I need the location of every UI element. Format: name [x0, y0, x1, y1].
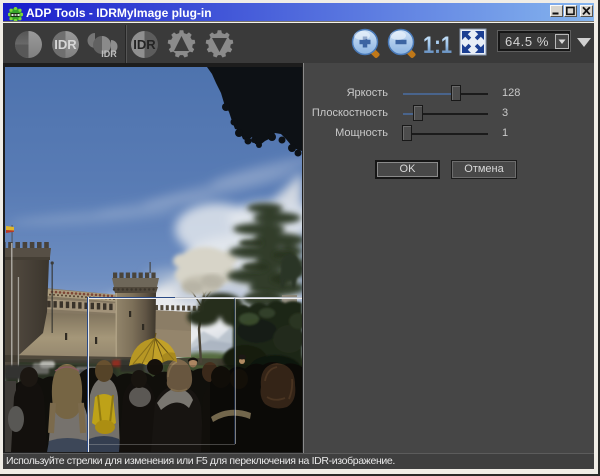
svg-text:64.5 %: 64.5 % [505, 34, 549, 49]
svg-text:IDR: IDR [133, 37, 156, 52]
svg-text:IDR: IDR [54, 37, 77, 52]
svg-text:1:1: 1:1 [423, 32, 452, 59]
svg-text:IDR: IDR [101, 49, 117, 59]
